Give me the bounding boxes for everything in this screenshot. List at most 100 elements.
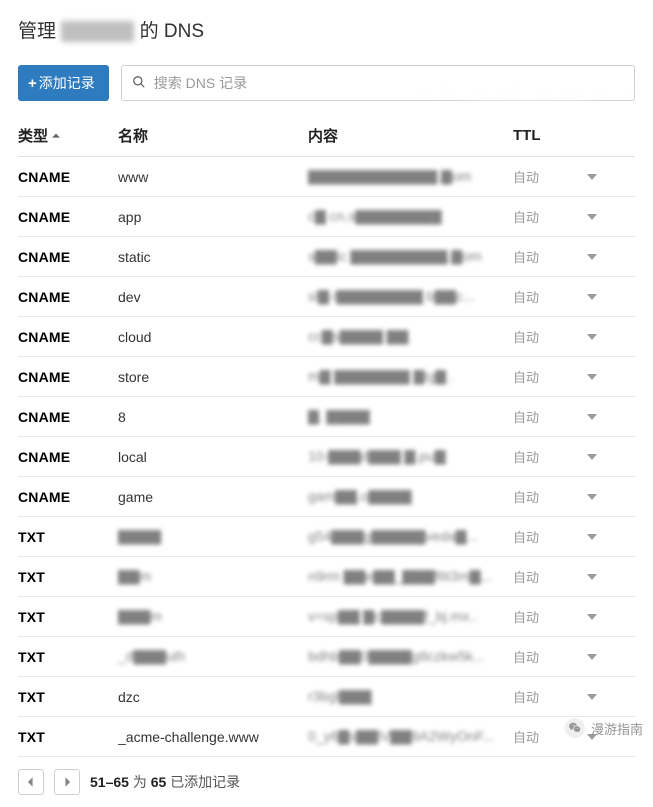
record-content: ▇. ▇▇▇▇ bbox=[308, 408, 513, 425]
record-content: r3bgl▇▇▇ bbox=[308, 688, 513, 705]
expand-row-button[interactable] bbox=[573, 289, 611, 305]
record-ttl: 自动 bbox=[513, 327, 573, 346]
add-record-label: 添加记录 bbox=[39, 73, 95, 93]
record-name: dev bbox=[118, 289, 308, 305]
record-name: store bbox=[118, 369, 308, 385]
table-row[interactable]: CNAME8▇. ▇▇▇▇自动 bbox=[18, 397, 635, 437]
record-type: CNAME bbox=[18, 249, 118, 265]
chevron-right-icon bbox=[63, 775, 71, 790]
expand-row-button[interactable] bbox=[573, 529, 611, 545]
record-name: _acme-challenge.www bbox=[118, 729, 308, 745]
table-row[interactable]: CNAMEgamegam▇▇.o▇▇▇▇自动 bbox=[18, 477, 635, 517]
record-content: m▇ ▇▇▇▇▇▇▇ ▇ig▇ . bbox=[308, 368, 513, 385]
search-field[interactable] bbox=[121, 65, 635, 101]
table-row[interactable]: CNAMEstorem▇ ▇▇▇▇▇▇▇ ▇ig▇ .自动 bbox=[18, 357, 635, 397]
search-icon bbox=[132, 75, 146, 92]
table-row[interactable]: TXT_d▇▇▇uthbdhb▇▇0▇▇▇▇g8czkw5k...自动 bbox=[18, 637, 635, 677]
record-ttl: 自动 bbox=[513, 207, 573, 226]
record-ttl: 自动 bbox=[513, 527, 573, 546]
record-type: TXT bbox=[18, 729, 118, 745]
next-page-button[interactable] bbox=[54, 769, 80, 795]
table-row[interactable]: TXT▇▇▇mv=sp▇▇ ▇c▇▇▇▇f_bj.mx..自动 bbox=[18, 597, 635, 637]
toolbar: + 添加记录 bbox=[18, 65, 635, 101]
record-content: 0_y6▇s▇▇lV▇▇9A2WyOnF... bbox=[308, 728, 513, 745]
record-name: ▇▇m bbox=[118, 568, 308, 585]
expand-row-button[interactable] bbox=[573, 649, 611, 665]
record-type: TXT bbox=[18, 689, 118, 705]
chevron-down-icon bbox=[587, 449, 597, 465]
record-type: CNAME bbox=[18, 289, 118, 305]
title-prefix: 管理 bbox=[18, 21, 56, 42]
table-header: 类型 名称 内容 TTL bbox=[18, 115, 635, 157]
record-ttl: 自动 bbox=[513, 407, 573, 426]
expand-row-button[interactable] bbox=[573, 329, 611, 345]
column-header-content[interactable]: 内容 bbox=[308, 125, 513, 146]
expand-row-button[interactable] bbox=[573, 449, 611, 465]
record-ttl: 自动 bbox=[513, 367, 573, 386]
record-type: CNAME bbox=[18, 169, 118, 185]
record-type: TXT bbox=[18, 529, 118, 545]
record-ttl: 自动 bbox=[513, 167, 573, 186]
record-name: app bbox=[118, 209, 308, 225]
record-ttl: 自动 bbox=[513, 247, 573, 266]
record-content: gam▇▇.o▇▇▇▇ bbox=[308, 488, 513, 505]
record-type: CNAME bbox=[18, 489, 118, 505]
table-row[interactable]: CNAMEdevsl▇-l▇▇▇▇▇▇▇▇ b▇▇c...自动 bbox=[18, 277, 635, 317]
record-type: TXT bbox=[18, 649, 118, 665]
expand-row-button[interactable] bbox=[573, 609, 611, 625]
table-row[interactable]: TXT▇▇▇▇g54▇▇▇g▇▇▇▇▇veda▇...自动 bbox=[18, 517, 635, 557]
expand-row-button[interactable] bbox=[573, 569, 611, 585]
record-content: s▇▇ic ▇▇▇▇▇▇▇▇▇.▇om bbox=[308, 248, 513, 265]
chevron-down-icon bbox=[587, 169, 597, 185]
table-row[interactable]: TXTdzcr3bgl▇▇▇自动 bbox=[18, 677, 635, 717]
record-ttl: 自动 bbox=[513, 687, 573, 706]
prev-page-button[interactable] bbox=[18, 769, 44, 795]
column-header-name[interactable]: 名称 bbox=[118, 125, 308, 146]
expand-row-button[interactable] bbox=[573, 489, 611, 505]
record-content: sl▇-l▇▇▇▇▇▇▇▇ b▇▇c... bbox=[308, 288, 513, 305]
expand-row-button[interactable] bbox=[573, 369, 611, 385]
table-row[interactable]: TXT_acme-challenge.www0_y6▇s▇▇lV▇▇9A2WyO… bbox=[18, 717, 635, 757]
expand-row-button[interactable] bbox=[573, 249, 611, 265]
expand-row-button[interactable] bbox=[573, 209, 611, 225]
record-ttl: 自动 bbox=[513, 487, 573, 506]
record-name: local bbox=[118, 449, 308, 465]
title-suffix: 的 DNS bbox=[140, 21, 204, 42]
record-name: ▇▇▇m bbox=[118, 608, 308, 625]
table-row[interactable]: CNAMEstatics▇▇ic ▇▇▇▇▇▇▇▇▇.▇om自动 bbox=[18, 237, 635, 277]
watermark-label: 漫游指南 bbox=[591, 719, 643, 738]
watermark: 漫游指南 bbox=[565, 718, 643, 738]
record-content: ▇▇▇▇▇▇▇▇▇▇▇▇.▇om bbox=[308, 168, 513, 185]
table-row[interactable]: TXT▇▇mn9rm ▇▇e▇▇_▇▇▇f6t3m▇...自动 bbox=[18, 557, 635, 597]
record-name: cloud bbox=[118, 329, 308, 345]
expand-row-button[interactable] bbox=[573, 169, 611, 185]
column-header-type[interactable]: 类型 bbox=[18, 125, 118, 146]
table-row[interactable]: CNAMEwww▇▇▇▇▇▇▇▇▇▇▇▇.▇om自动 bbox=[18, 157, 635, 197]
search-input[interactable] bbox=[146, 67, 624, 99]
record-name: game bbox=[118, 489, 308, 505]
record-content: c▇ cn.s▇▇▇▇▇▇▇▇ bbox=[308, 208, 513, 225]
record-ttl: 自动 bbox=[513, 607, 573, 626]
add-record-button[interactable]: + 添加记录 bbox=[18, 65, 109, 101]
record-type: CNAME bbox=[18, 329, 118, 345]
table-row[interactable]: CNAMElocal10-▇▇▇d▇▇▇ ▇.pu▇自动 bbox=[18, 437, 635, 477]
record-content: bdhb▇▇0▇▇▇▇g8czkw5k... bbox=[308, 648, 513, 665]
chevron-down-icon bbox=[587, 649, 597, 665]
table-row[interactable]: CNAMEcloudcc▇s▇▇▇▇ ▇▇自动 bbox=[18, 317, 635, 357]
chevron-down-icon bbox=[587, 529, 597, 545]
chevron-down-icon bbox=[587, 569, 597, 585]
record-content: cc▇s▇▇▇▇ ▇▇ bbox=[308, 328, 513, 345]
record-name: 8 bbox=[118, 409, 308, 425]
page-range: 51–65 bbox=[90, 774, 129, 790]
record-ttl: 自动 bbox=[513, 447, 573, 466]
record-name: static bbox=[118, 249, 308, 265]
record-content: n9rm ▇▇e▇▇_▇▇▇f6t3m▇... bbox=[308, 568, 513, 585]
total-count: 65 bbox=[151, 774, 167, 790]
dns-records-table: 类型 名称 内容 TTL CNAMEwww▇▇▇▇▇▇▇▇▇▇▇▇.▇om自动C… bbox=[18, 115, 635, 757]
table-row[interactable]: CNAMEappc▇ cn.s▇▇▇▇▇▇▇▇自动 bbox=[18, 197, 635, 237]
expand-row-button[interactable] bbox=[573, 409, 611, 425]
expand-row-button[interactable] bbox=[573, 689, 611, 705]
sort-asc-icon bbox=[52, 127, 60, 144]
plus-icon: + bbox=[28, 76, 37, 91]
column-header-ttl[interactable]: TTL bbox=[513, 127, 573, 144]
